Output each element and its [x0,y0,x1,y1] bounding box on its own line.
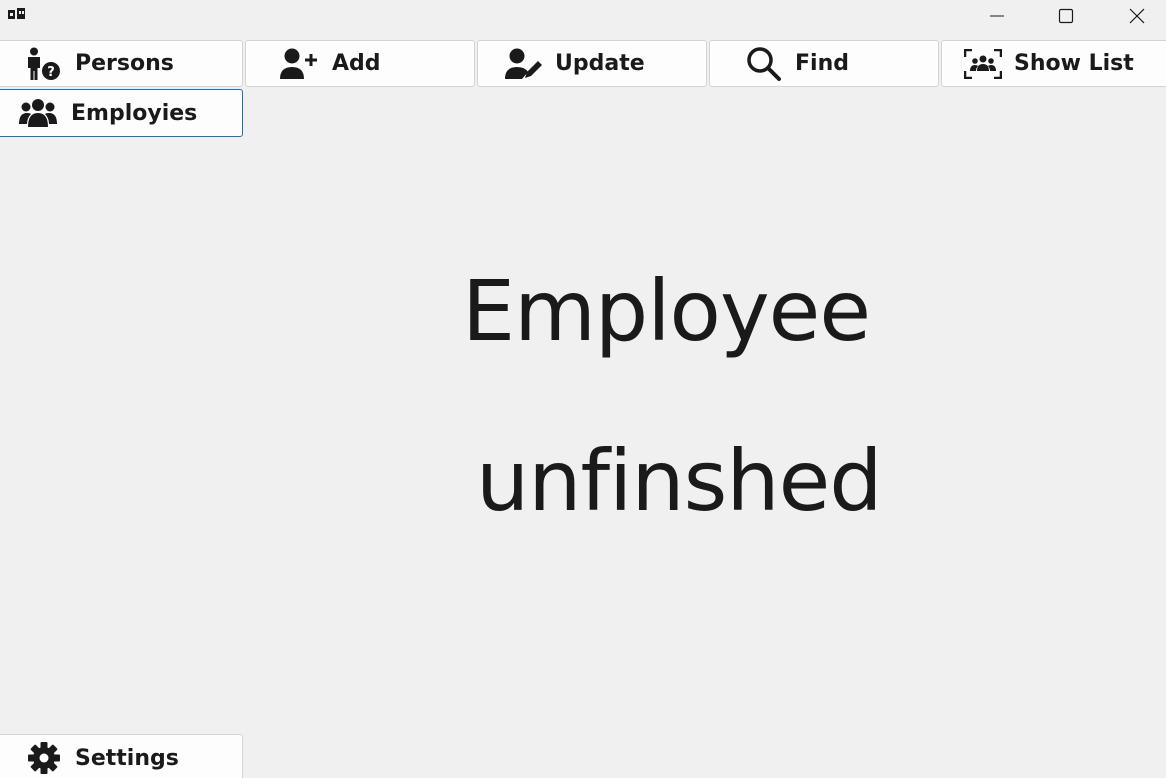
title-bar [0,0,1166,32]
tab-employies-label: Employies [71,100,198,126]
tab-employies[interactable]: Employies [0,89,243,137]
find-button[interactable]: Find [709,40,939,87]
maximize-icon [1058,8,1074,24]
app-window: ? Persons Add Update Find Show List Empl… [0,0,1166,778]
update-button-label: Update [555,51,645,76]
tab-persons-label: Persons [75,51,174,76]
app-logo-icon [7,6,27,24]
minimize-button[interactable] [974,0,1020,32]
find-button-label: Find [795,51,849,76]
update-button[interactable]: Update [477,40,707,87]
settings-button[interactable]: Settings [0,734,243,778]
show-list-button-label: Show List [1014,51,1134,76]
page-title-line1: Employee [462,262,871,360]
user-edit-icon [505,48,543,80]
close-button[interactable] [1114,0,1160,32]
add-button[interactable]: Add [245,40,475,87]
person-question-icon: ? [23,47,63,81]
minimize-icon [990,15,1004,17]
tab-persons[interactable]: ? Persons [0,40,243,87]
gear-icon [27,741,61,775]
search-icon [745,46,783,82]
svg-text:?: ? [47,65,55,80]
close-icon [1129,8,1145,24]
group-scan-icon [964,48,1002,79]
show-list-button[interactable]: Show List [941,40,1166,87]
users-icon [19,98,57,128]
settings-button-label: Settings [75,745,179,771]
maximize-button[interactable] [1043,0,1089,32]
user-plus-icon [280,48,318,80]
page-title-line2: unfinshed [476,432,883,530]
add-button-label: Add [332,51,381,76]
